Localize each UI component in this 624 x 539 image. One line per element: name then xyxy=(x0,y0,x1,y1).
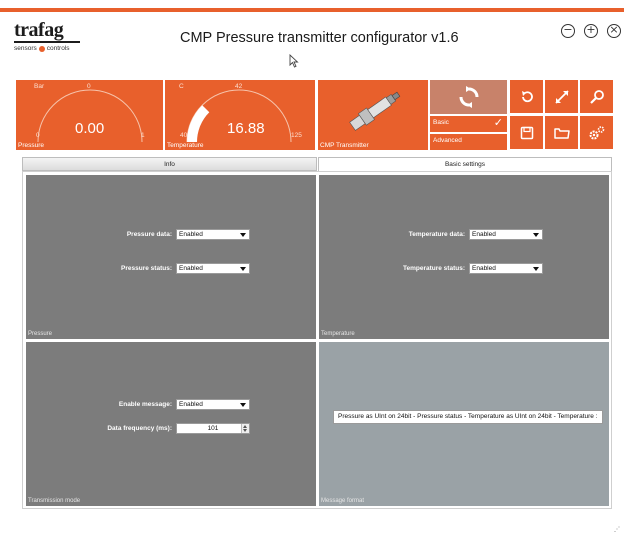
connect-button[interactable] xyxy=(545,80,578,113)
transmitter-caption: CMP Transmitter xyxy=(320,142,369,149)
pressure-data-select[interactable]: Enabled xyxy=(176,229,250,240)
resize-grip-icon[interactable]: ⋰ xyxy=(614,526,620,533)
search-button[interactable] xyxy=(580,80,613,113)
enable-message-select[interactable]: Enabled xyxy=(176,399,250,410)
pressure-max-tick: 1 xyxy=(141,132,145,139)
temperature-data-value: Enabled xyxy=(472,231,496,238)
chevron-down-icon xyxy=(533,233,539,237)
message-format-text: Pressure as UInt on 24bit - Pressure sta… xyxy=(333,410,603,424)
pressure-status-label: Pressure status: xyxy=(121,265,172,272)
logo-underline xyxy=(14,41,80,43)
temperature-mid-tick: 42 xyxy=(235,83,243,90)
transmission-mode-panel: Enable message: Enabled Data frequency (… xyxy=(26,342,316,506)
pressure-panel: Pressure data: Enabled Pressure status: … xyxy=(26,175,316,339)
temperature-status-label: Temperature status: xyxy=(402,265,465,272)
magnifier-icon xyxy=(589,89,604,104)
mode-selector: Basic ✓ Advanced xyxy=(430,80,507,150)
pressure-value: 0.00 xyxy=(75,120,105,137)
pressure-status-row: Pressure status: Enabled xyxy=(26,263,316,274)
tab-basic-settings[interactable]: Basic settings xyxy=(318,157,612,171)
chevron-down-icon xyxy=(240,403,246,407)
temperature-status-select[interactable]: Enabled xyxy=(469,263,543,274)
gears-icon xyxy=(589,125,604,139)
mode-basic[interactable]: Basic ✓ xyxy=(430,116,507,132)
temperature-status-row: Temperature status: Enabled xyxy=(319,263,609,274)
tab-bar: Info Basic settings xyxy=(22,157,612,171)
arrows-expand-icon xyxy=(554,89,569,104)
mode-basic-label: Basic xyxy=(433,119,449,126)
transmitter-tile: CMP Transmitter xyxy=(318,80,428,150)
enable-message-label: Enable message: xyxy=(118,401,172,408)
tab-info[interactable]: Info xyxy=(22,157,317,171)
logo-tagline-right: controls xyxy=(46,45,70,52)
temperature-gauge-tile: C 42 40 125 16.88 Temperature xyxy=(165,80,315,150)
reset-button[interactable] xyxy=(510,80,543,113)
temperature-data-select[interactable]: Enabled xyxy=(469,229,543,240)
temperature-panel: Temperature data: Enabled Temperature st… xyxy=(319,175,609,339)
pressure-gauge-icon xyxy=(37,89,143,143)
pressure-mid-tick: 0 xyxy=(87,83,91,90)
pressure-panel-caption: Pressure xyxy=(28,331,53,337)
temperature-status-value: Enabled xyxy=(472,265,496,272)
enable-message-row: Enable message: Enabled xyxy=(26,399,316,410)
save-button[interactable] xyxy=(510,116,543,149)
floppy-disk-icon xyxy=(520,126,533,139)
undo-arrow-icon xyxy=(521,90,533,102)
pressure-status-select[interactable]: Enabled xyxy=(176,263,250,274)
refresh-button[interactable] xyxy=(430,80,507,114)
open-button[interactable] xyxy=(545,116,578,149)
pressure-data-row: Pressure data: Enabled xyxy=(26,229,316,240)
logo-wordmark: trafag xyxy=(14,19,64,41)
check-icon: ✓ xyxy=(493,116,503,129)
temperature-panel-caption: Temperature xyxy=(321,331,355,337)
pressure-min-tick: 0 xyxy=(36,132,40,139)
data-frequency-label: Data frequency (ms): xyxy=(107,425,172,432)
close-icon[interactable]: × xyxy=(607,24,621,38)
chevron-down-icon xyxy=(240,233,246,237)
logo-tagline: sensors controls xyxy=(14,45,94,52)
trafag-logo: trafag sensors controls xyxy=(14,20,94,54)
data-frequency-value: 101 xyxy=(207,425,219,432)
basic-settings-panel: Pressure data: Enabled Pressure status: … xyxy=(22,171,612,509)
temperature-gauge-icon xyxy=(186,89,292,143)
logo-tagline-left: sensors xyxy=(14,45,37,52)
logo-dot-icon xyxy=(38,45,45,52)
window-accent-strip xyxy=(0,8,624,12)
pressure-transmitter-icon xyxy=(349,91,401,131)
transmission-panel-caption: Transmission mode xyxy=(28,498,81,504)
message-panel-caption: Message format xyxy=(321,498,365,504)
pressure-unit: Bar xyxy=(34,83,45,90)
message-format-panel: Pressure as UInt on 24bit - Pressure sta… xyxy=(319,342,609,506)
temperature-caption: Temperature xyxy=(167,142,204,149)
data-frequency-row: Data frequency (ms): 101 xyxy=(26,423,316,434)
pressure-data-value: Enabled xyxy=(179,231,203,238)
mode-advanced[interactable]: Advanced xyxy=(430,134,507,150)
chevron-down-icon xyxy=(240,267,246,271)
settings-button[interactable] xyxy=(580,116,613,149)
temperature-max-tick: 125 xyxy=(291,132,302,139)
pressure-status-value: Enabled xyxy=(179,265,203,272)
mouse-cursor-icon xyxy=(289,53,299,71)
temperature-data-row: Temperature data: Enabled xyxy=(319,229,609,240)
pressure-data-label: Pressure data: xyxy=(126,231,172,238)
sync-arrows-icon xyxy=(459,86,478,108)
enable-message-value: Enabled xyxy=(179,401,203,408)
data-frequency-stepper[interactable]: 101 xyxy=(176,423,250,434)
temperature-min-tick: 40 xyxy=(180,132,188,139)
maximize-icon[interactable]: + xyxy=(584,24,598,38)
chevron-down-icon xyxy=(533,267,539,271)
app-title: CMP Pressure transmitter configurator v1… xyxy=(180,30,459,46)
stepper-arrows-icon[interactable] xyxy=(241,424,249,433)
minimize-icon[interactable]: − xyxy=(561,24,575,38)
temperature-unit: C xyxy=(179,83,184,90)
pressure-gauge-tile: Bar 0 0 1 0.00 Pressure xyxy=(16,80,163,150)
folder-icon xyxy=(553,127,570,139)
temperature-value: 16.88 xyxy=(227,120,265,137)
pressure-caption: Pressure xyxy=(18,142,45,149)
temperature-data-label: Temperature data: xyxy=(408,231,465,238)
mode-advanced-label: Advanced xyxy=(433,137,462,144)
